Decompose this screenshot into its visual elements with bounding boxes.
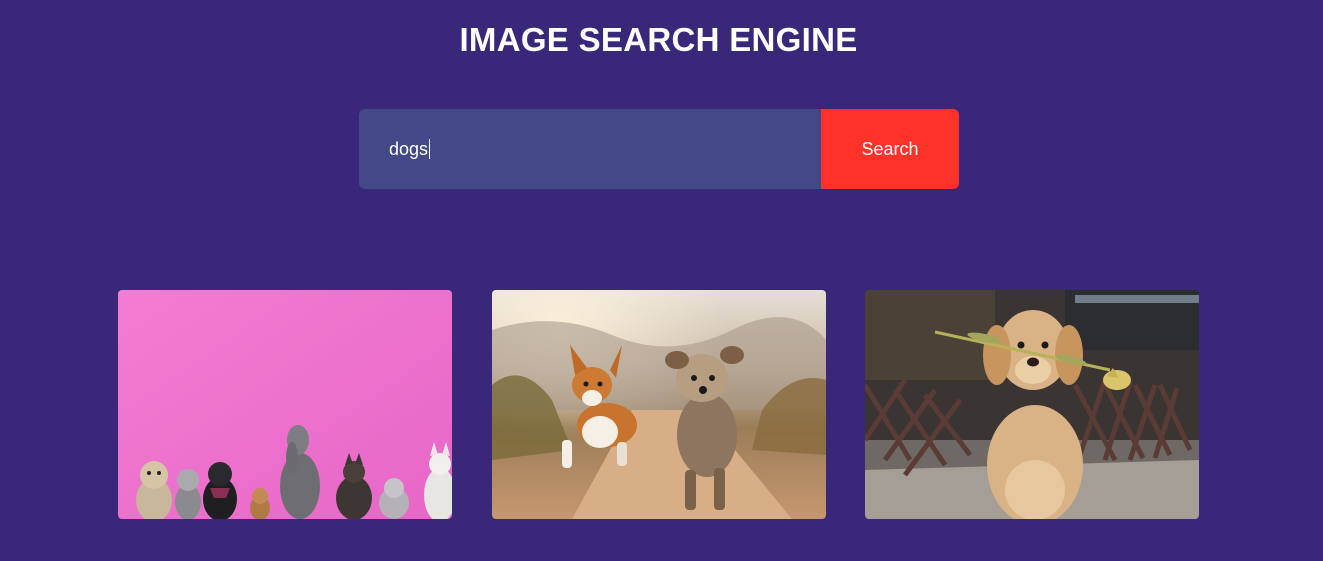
dogs-on-pink-wall-illustration [118,290,452,519]
search-query-text: dogs [389,138,429,159]
text-caret [429,139,431,159]
golden-retriever-illustration [865,290,1199,519]
result-image-golden-retriever-with-tulip[interactable] [865,290,1199,519]
result-image-corgi-and-terrier-running[interactable] [492,290,826,519]
results-grid [118,290,1199,519]
search-input[interactable]: dogs [359,109,821,189]
result-image-dogs-on-pink-wall[interactable] [118,290,452,519]
search-form: dogs Search [359,109,959,189]
search-button[interactable]: Search [821,109,959,189]
page-title: IMAGE SEARCH ENGINE [459,21,858,58]
corgi-and-terrier-illustration [492,290,826,519]
